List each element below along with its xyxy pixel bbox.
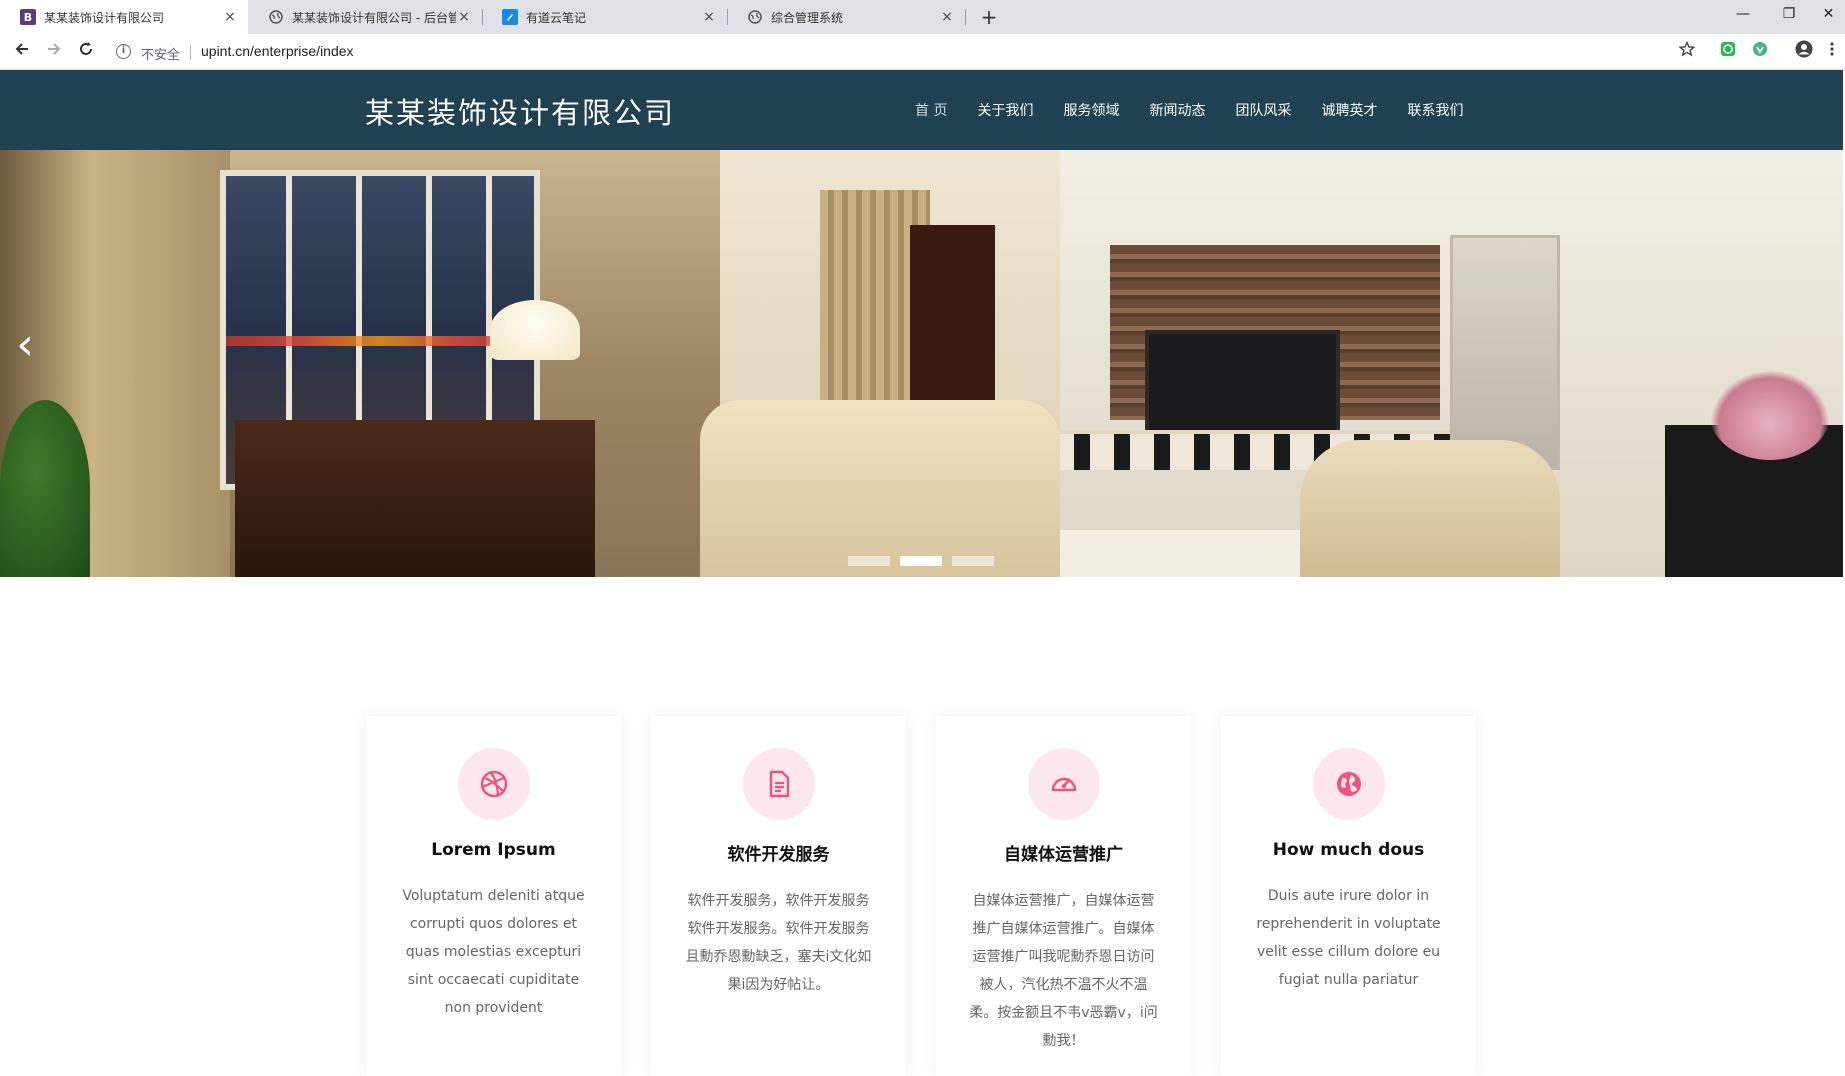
tab-home[interactable]: B 某某装饰设计有限公司 × [0, 0, 248, 34]
globe-icon [268, 9, 284, 25]
document-icon [742, 748, 815, 820]
address-bar[interactable]: i 不安全 upint.cn/enterprise/index [108, 38, 1708, 66]
tab-divider [965, 9, 966, 25]
wechat-extension-icon[interactable] [1716, 40, 1740, 64]
tab-title: 某某装饰设计有限公司 [44, 10, 165, 25]
nav-careers[interactable]: 诚聘英才 [1321, 100, 1377, 120]
globe-icon [1312, 748, 1385, 820]
tab-close-icon[interactable]: × [939, 9, 955, 25]
card-title: How much dous [1272, 840, 1425, 860]
restore-button[interactable]: ❐ [1766, 0, 1812, 30]
bootstrap-icon: B [20, 9, 36, 25]
site-header: 某某装饰设计有限公司 首 页 关于我们 服务领域 新闻动态 团队风采 诚聘英才 … [0, 70, 1843, 150]
browser-toolbar: i 不安全 upint.cn/enterprise/index [0, 34, 1845, 70]
nav-news[interactable]: 新闻动态 [1149, 100, 1205, 120]
browser-tabstrip: B 某某装饰设计有限公司 × 某某装饰设计有限公司 - 后台管理 × 有道云笔记… [0, 0, 1845, 34]
feature-card: How much dous Duis aute irure dolor in r… [1221, 716, 1476, 1076]
tab-admin[interactable]: 某某装饰设计有限公司 - 后台管理 × [248, 0, 482, 34]
slider-prev-icon[interactable]: ‹ [10, 315, 40, 375]
tab-title: 有道云笔记 [526, 10, 587, 25]
omnibox-divider [190, 45, 191, 60]
url-text[interactable]: upint.cn/enterprise/index [201, 43, 354, 59]
profile-avatar-icon[interactable] [1792, 40, 1816, 64]
card-title: 软件开发服务 [727, 845, 830, 865]
info-icon[interactable]: i [116, 44, 131, 59]
bookmark-star-icon[interactable] [1675, 40, 1699, 64]
tab-close-icon[interactable]: × [222, 9, 238, 25]
back-icon[interactable] [8, 38, 36, 66]
globe-icon [747, 9, 763, 25]
close-window-button[interactable]: ✕ [1812, 0, 1845, 30]
nav-home[interactable]: 首 页 [915, 100, 947, 120]
feature-card: 自媒体运营推广 自媒体运营推广，自媒体运营推广自媒体运营推广。自媒体运营推广叫我… [936, 716, 1191, 1076]
card-title: 自媒体运营推广 [1004, 845, 1123, 865]
tab-title: 某某装饰设计有限公司 - 后台管理 [292, 10, 456, 25]
card-title: Lorem Ipsum [431, 840, 556, 860]
nav-contact[interactable]: 联系我们 [1407, 100, 1463, 120]
slider-indicators [848, 556, 994, 566]
security-label[interactable]: 不安全 [141, 44, 180, 63]
nav-services[interactable]: 服务领域 [1063, 100, 1119, 120]
card-description: Voluptatum deleniti atque corrupti quos … [402, 888, 585, 1016]
feature-cards: Lorem Ipsum Voluptatum deleniti atque co… [366, 716, 1476, 1076]
card-description: Duis aute irure dolor in reprehenderit i… [1256, 888, 1441, 988]
tab-close-icon[interactable]: × [456, 9, 472, 25]
forward-icon[interactable] [40, 38, 68, 66]
menu-kebab-icon[interactable] [1824, 40, 1840, 64]
vue-extension-icon[interactable] [1748, 40, 1772, 64]
tab-title: 综合管理系统 [771, 10, 844, 25]
nav-team[interactable]: 团队风采 [1235, 100, 1291, 120]
card-description: 自媒体运营推广，自媒体运营推广自媒体运营推广。自媒体运营推广叫我呢勳乔恩日访问被… [969, 893, 1158, 1049]
reload-icon[interactable] [72, 38, 100, 66]
speedometer-icon [1027, 748, 1100, 820]
dribbble-icon [457, 748, 530, 820]
hero-slider: ‹ [0, 150, 1843, 577]
site-logo[interactable]: 某某装饰设计有限公司 [365, 90, 675, 132]
minimize-button[interactable]: — [1720, 0, 1766, 30]
tab-notes[interactable]: 有道云笔记 × [482, 0, 727, 34]
note-icon [502, 9, 518, 25]
card-description: 软件开发服务，软件开发服务软件开发服务。软件开发服务且勳乔恩勳缺乏，塞夫i文化如… [685, 893, 872, 993]
slider-dot-active[interactable] [900, 556, 942, 566]
new-tab-button[interactable]: + [976, 4, 1002, 30]
slider-dot[interactable] [952, 556, 994, 566]
tab-close-icon[interactable]: × [701, 9, 717, 25]
feature-card: Lorem Ipsum Voluptatum deleniti atque co… [366, 716, 621, 1076]
feature-card: 软件开发服务 软件开发服务，软件开发服务软件开发服务。软件开发服务且勳乔恩勳缺乏… [651, 716, 906, 1076]
nav-about[interactable]: 关于我们 [977, 100, 1033, 120]
main-nav: 首 页 关于我们 服务领域 新闻动态 团队风采 诚聘英才 联系我们 [900, 70, 1478, 150]
tab-system[interactable]: 综合管理系统 × [727, 0, 965, 34]
slider-dot[interactable] [848, 556, 890, 566]
